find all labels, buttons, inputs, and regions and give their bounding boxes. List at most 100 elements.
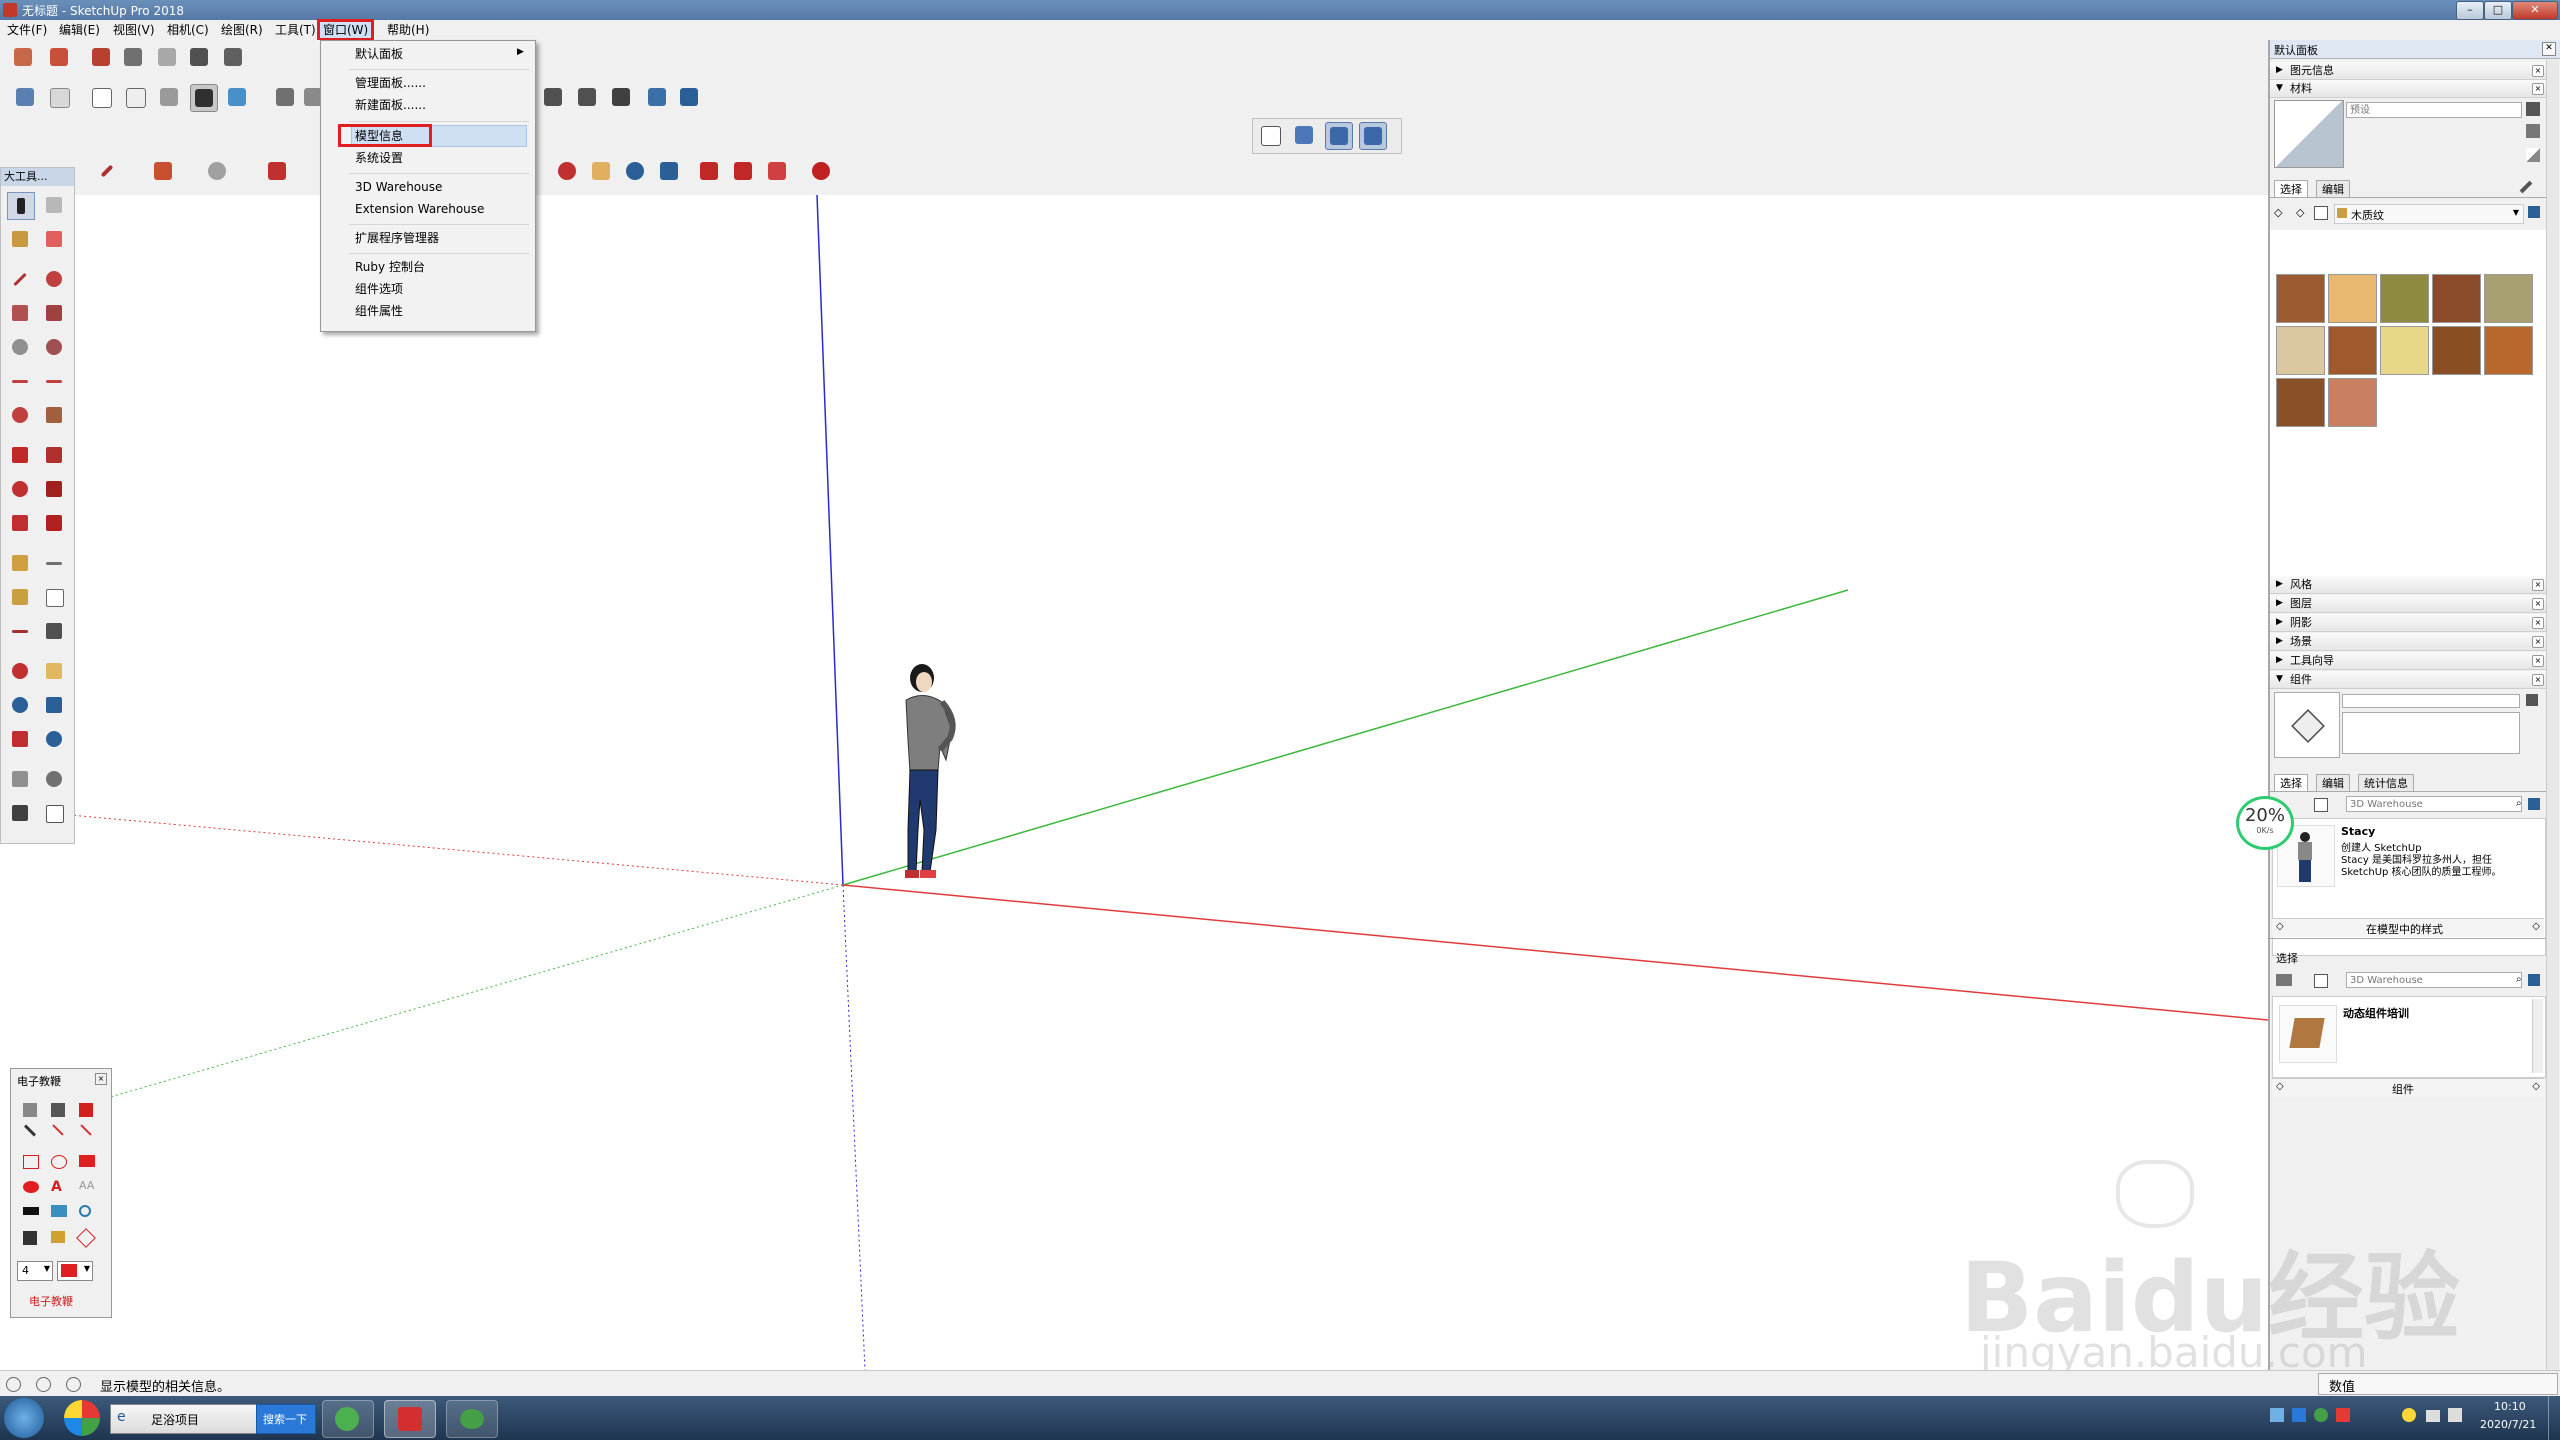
- tray-network-icon[interactable]: [2270, 1408, 2284, 1422]
- menu-help[interactable]: 帮助(H): [384, 22, 432, 38]
- eraser-icon[interactable]: [41, 226, 67, 252]
- nav-forward-icon[interactable]: ◇: [2532, 921, 2540, 932]
- tb-arc-icon[interactable]: [150, 158, 176, 184]
- menu-camera[interactable]: 相机(C): [164, 22, 212, 38]
- tb-warehouse-icon[interactable]: [696, 158, 722, 184]
- tape-measure-icon[interactable]: [7, 550, 33, 576]
- show-desktop-button[interactable]: [2548, 1396, 2560, 1440]
- section-layers[interactable]: ▶ 图层 ×: [2270, 595, 2546, 613]
- geo-location-icon[interactable]: [6, 1377, 21, 1392]
- marker-icon[interactable]: [51, 1103, 65, 1117]
- section-components[interactable]: ▼ 组件 ×: [2270, 671, 2546, 689]
- list-scrollbar[interactable]: [2532, 999, 2543, 1073]
- tray-ime-icon[interactable]: [2402, 1408, 2416, 1422]
- network-speed-badge[interactable]: 20% 0K/s: [2236, 796, 2294, 850]
- menu-item-component-options[interactable]: 组件选项: [355, 280, 403, 298]
- freehand-icon[interactable]: [41, 266, 67, 292]
- menu-item-extension-manager[interactable]: 扩展程序管理器: [355, 229, 439, 247]
- material-swatch[interactable]: [2328, 274, 2377, 323]
- tb-ruby-icon[interactable]: [808, 158, 834, 184]
- section-materials[interactable]: ▼ 材料 ×: [2270, 80, 2546, 98]
- polygon-icon[interactable]: [41, 334, 67, 360]
- eraser-diamond-icon[interactable]: [76, 1228, 96, 1248]
- search-icon[interactable]: ⌕: [2516, 798, 2522, 809]
- tb-front-icon[interactable]: [540, 84, 566, 110]
- component2-item-title[interactable]: 动态组件培训: [2343, 1005, 2409, 1021]
- previous-view-icon[interactable]: [41, 726, 67, 752]
- tb-pan-icon[interactable]: [588, 158, 614, 184]
- nav-back-icon[interactable]: ◇: [2276, 1081, 2284, 1092]
- nav-forward-icon[interactable]: ◇: [2296, 206, 2304, 219]
- maximize-button[interactable]: □: [2484, 1, 2512, 20]
- material-swatch[interactable]: [2276, 274, 2325, 323]
- pen-color-select[interactable]: ▼: [57, 1261, 93, 1281]
- arrow-icon[interactable]: [80, 1124, 92, 1136]
- tb-share-icon[interactable]: [730, 158, 756, 184]
- arc-icon[interactable]: [7, 368, 33, 394]
- pie-icon[interactable]: [41, 402, 67, 428]
- menu-item-preferences[interactable]: 系统设置: [355, 149, 403, 167]
- dynamic-component-thumbnail[interactable]: [2279, 1005, 2337, 1063]
- tb-zoomextents-icon[interactable]: [656, 158, 682, 184]
- component-item-title[interactable]: Stacy: [2341, 825, 2375, 838]
- taskbar-wechat-app[interactable]: [446, 1400, 498, 1438]
- menu-item-extension-warehouse[interactable]: Extension Warehouse: [355, 200, 484, 218]
- tb-wireframe-icon[interactable]: [88, 84, 114, 110]
- components-tab-select[interactable]: 选择: [2274, 774, 2308, 792]
- view-options-icon[interactable]: [2276, 974, 2292, 986]
- tb-shaded-icon[interactable]: [156, 84, 182, 110]
- clock-time[interactable]: 10:10: [2494, 1400, 2526, 1413]
- tb-orbit-icon[interactable]: [554, 158, 580, 184]
- components-tab-statistics[interactable]: 统计信息: [2358, 774, 2414, 792]
- walk-icon[interactable]: [7, 800, 33, 826]
- create-material-icon[interactable]: [2526, 102, 2540, 116]
- home-icon[interactable]: [2314, 974, 2328, 988]
- menu-file[interactable]: 文件(F): [4, 22, 50, 38]
- text-aa-icon[interactable]: AA: [79, 1179, 94, 1192]
- menu-item-component-attributes[interactable]: 组件属性: [355, 302, 403, 320]
- zoom-extents-icon[interactable]: [7, 726, 33, 752]
- tray-signal-icon[interactable]: [2426, 1410, 2440, 1422]
- material-swatch[interactable]: [2276, 326, 2325, 375]
- two-point-arc-icon[interactable]: [41, 368, 67, 394]
- component-tool-icon[interactable]: [41, 192, 67, 218]
- undo-icon[interactable]: [79, 1103, 93, 1117]
- materials-tab-edit[interactable]: 编辑: [2316, 180, 2350, 198]
- menu-view[interactable]: 视图(V): [110, 22, 158, 38]
- home-icon[interactable]: [2314, 798, 2328, 812]
- components-tab-edit[interactable]: 编辑: [2316, 774, 2350, 792]
- axes-icon[interactable]: [7, 618, 33, 644]
- menu-item-3d-warehouse[interactable]: 3D Warehouse: [355, 178, 442, 196]
- home-icon[interactable]: [2314, 206, 2328, 220]
- menu-window[interactable]: 窗口(W): [316, 19, 375, 41]
- pan-icon[interactable]: [41, 658, 67, 684]
- rotated-rect-icon[interactable]: [41, 300, 67, 326]
- nav-back-icon[interactable]: ◇: [2274, 206, 2282, 219]
- materials-tab-select[interactable]: 选择: [2274, 180, 2308, 198]
- tb-backedges-icon[interactable]: [46, 84, 72, 110]
- tray-security-icon[interactable]: [2336, 1408, 2350, 1422]
- component-search-input[interactable]: 3D Warehouse: [2346, 796, 2522, 812]
- tb-back-icon[interactable]: [608, 84, 634, 110]
- model-viewport[interactable]: [0, 195, 2268, 1370]
- menu-item-default-tray[interactable]: 默认面板: [355, 45, 403, 63]
- tb-bottom-icon[interactable]: [676, 84, 702, 110]
- protractor-icon[interactable]: [7, 584, 33, 610]
- eyedropper-icon[interactable]: [2519, 180, 2533, 194]
- component-details-icon[interactable]: [2526, 694, 2538, 706]
- scale-icon[interactable]: [7, 510, 33, 536]
- credits-icon[interactable]: [36, 1377, 51, 1392]
- section-entity-info[interactable]: ▶ 图元信息 ×: [2270, 62, 2546, 80]
- taskbar-browser-app[interactable]: [322, 1400, 374, 1438]
- section-display-icon[interactable]: [1359, 122, 1387, 150]
- close-button[interactable]: ✕: [2512, 1, 2558, 20]
- details-arrow-icon[interactable]: [2528, 974, 2540, 986]
- ellipse-fill-icon[interactable]: [23, 1181, 39, 1193]
- tray-scrollbar[interactable]: [2546, 60, 2559, 1370]
- component2-search-input[interactable]: 3D Warehouse: [2346, 972, 2522, 988]
- tray-volume-icon[interactable]: [2448, 1408, 2462, 1422]
- section-instructor[interactable]: ▶ 工具向导 ×: [2270, 652, 2546, 670]
- tb-extensions-icon[interactable]: [764, 158, 790, 184]
- search-icon[interactable]: ⌕: [2516, 974, 2522, 985]
- details-arrow-icon[interactable]: [2528, 798, 2540, 810]
